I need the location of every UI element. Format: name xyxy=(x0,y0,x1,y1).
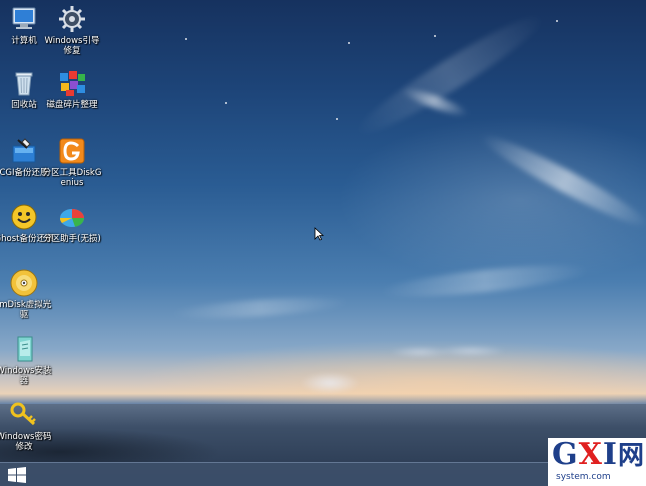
desktop-icon-label: Windows引导修复 xyxy=(44,36,100,56)
watermark-letter-i: I xyxy=(602,437,618,472)
desktop-icon-label: 分区助手(无损) xyxy=(43,234,101,244)
gear-icon xyxy=(59,6,85,32)
star xyxy=(336,118,338,120)
desktop-icon-label: 分区工具DiskGenius xyxy=(42,168,102,188)
watermark-letter-g: G xyxy=(552,437,579,472)
desktop-icon-imdisk[interactable]: ImDisk虚拟光驱 xyxy=(0,268,54,320)
desktop-icon-label: 磁盘碎片整理 xyxy=(46,100,98,110)
star xyxy=(556,20,558,22)
cgi-installer-icon xyxy=(12,138,36,163)
horizon-cloud xyxy=(436,345,506,357)
partition-assistant-icon xyxy=(59,209,85,227)
ghost-smiley-icon xyxy=(11,204,37,230)
desktop-icon-label: ImDisk虚拟光驱 xyxy=(0,300,52,320)
desktop-icon-windows-installer[interactable]: Windows安装器 xyxy=(0,334,54,386)
desktop-icon-boot-repair[interactable]: Windows引导修复 xyxy=(42,4,102,56)
diskgenius-g-icon xyxy=(59,138,85,164)
site-watermark: GXI网 system.com xyxy=(548,438,646,486)
defrag-blocks-icon xyxy=(60,71,85,96)
desktop-icon-diskgenius[interactable]: 分区工具DiskGenius xyxy=(42,136,102,188)
cloud-streak xyxy=(169,293,351,323)
recycle-bin-icon xyxy=(15,72,33,96)
watermark-brand: GXI网 xyxy=(552,438,645,473)
desktop-icon-label: Windows安装器 xyxy=(0,366,52,386)
windows-installer-icon xyxy=(17,336,33,362)
desktop-icon-defrag[interactable]: 磁盘碎片整理 xyxy=(42,68,102,110)
star xyxy=(225,102,227,104)
cd-disc-icon xyxy=(10,269,38,297)
cloud-streak xyxy=(379,259,591,303)
cloud-streak xyxy=(475,126,646,236)
star xyxy=(434,35,436,37)
computer-icon xyxy=(12,7,36,29)
mouse-cursor-icon xyxy=(314,227,324,241)
key-icon xyxy=(10,402,36,426)
horizon-cloud xyxy=(300,372,360,394)
windows-logo-icon[interactable] xyxy=(6,466,28,484)
desktop-icon-partition-assistant[interactable]: 分区助手(无损) xyxy=(42,202,102,244)
star xyxy=(185,38,187,40)
watermark-letter-x: X xyxy=(578,437,603,472)
desktop-background: 计算机 回收站 CGI备份还原 Ghost备份还原 ImDisk虚拟光驱 Win… xyxy=(0,0,646,486)
star xyxy=(348,42,350,44)
cloud-streak xyxy=(348,3,552,147)
desktop-icon-password[interactable]: Windows密码修改 xyxy=(0,400,54,452)
desktop-icon-label: Windows密码修改 xyxy=(0,432,52,452)
watermark-letter-wang: 网 xyxy=(617,441,645,471)
watermark-domain: system.com xyxy=(556,472,611,482)
